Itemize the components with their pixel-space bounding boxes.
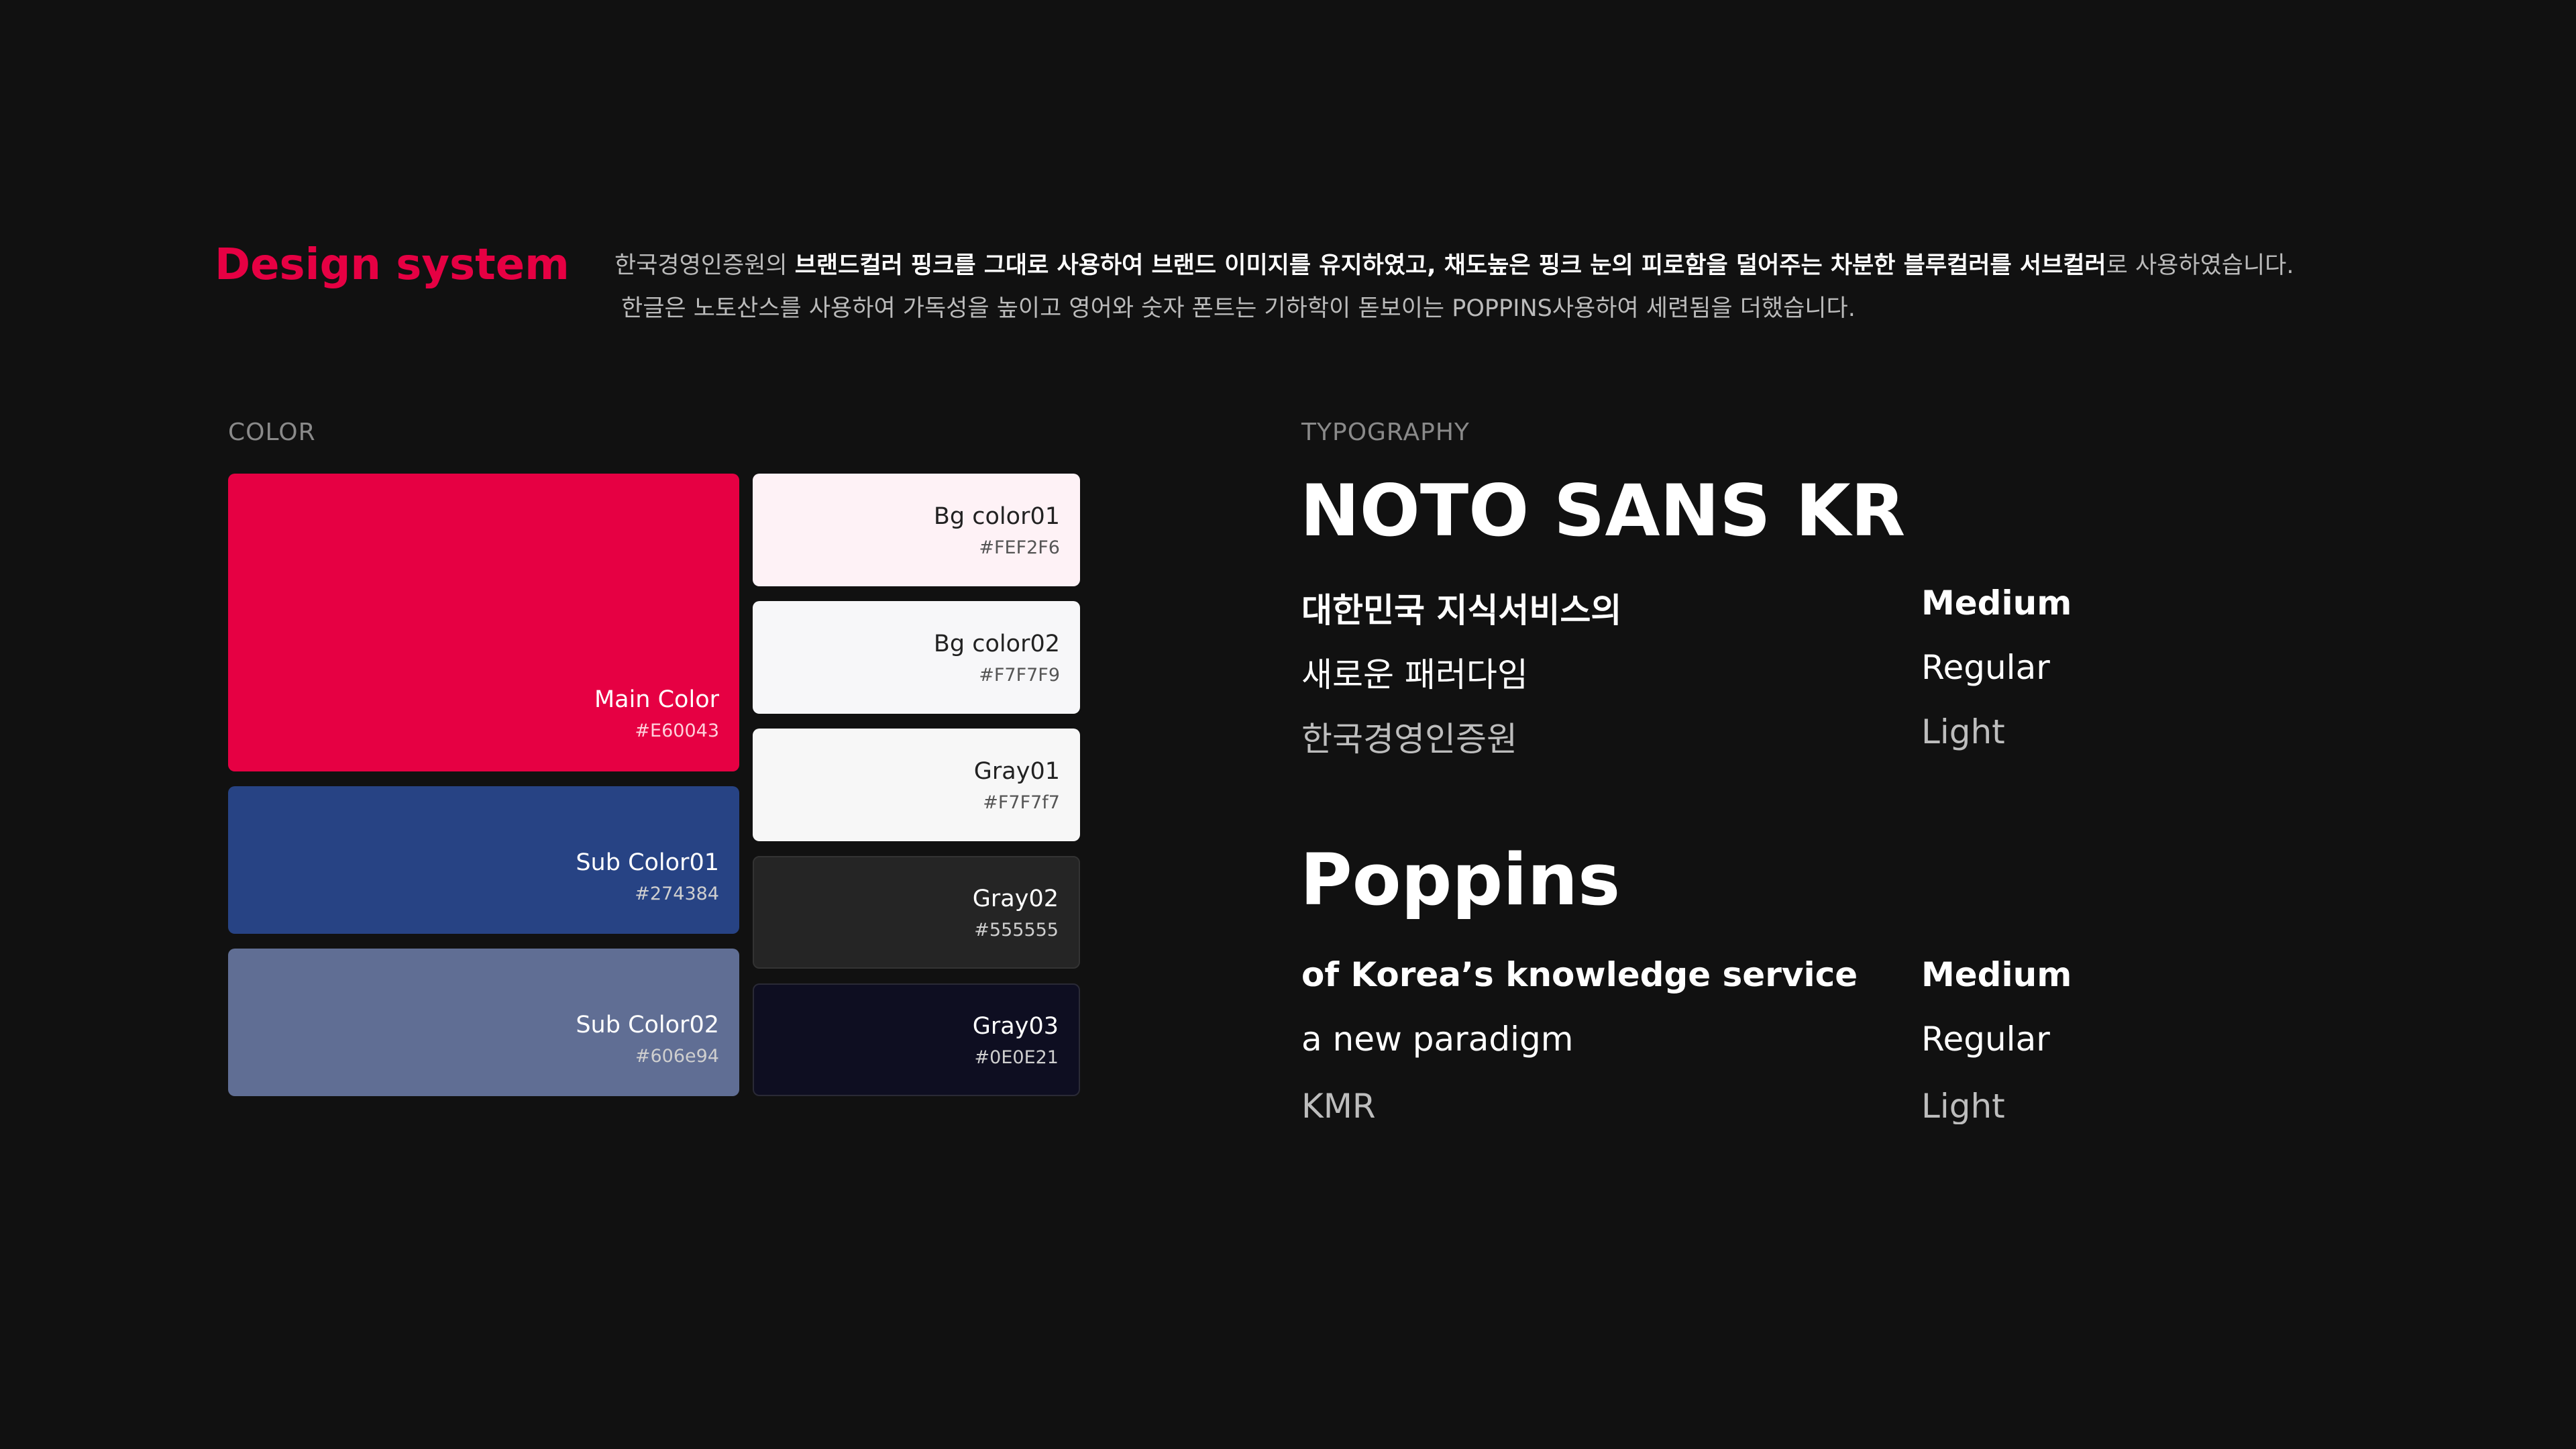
swatch-gray-03: Gray03 #0E0E21 [753, 983, 1080, 1096]
swatch-bg-color-02: Bg color02 #F7F7F9 [753, 601, 1080, 714]
swatch-name: Bg color02 [933, 631, 1060, 657]
intro-line-2: 한글은 노토산스를 사용하여 가독성을 높이고 영어와 숫자 폰트는 기하학이 … [621, 295, 1856, 322]
poppins-weight-regular: Regular [1921, 1020, 2050, 1059]
noto-weight-light: Light [1921, 712, 2005, 751]
swatch-sub-color-01: Sub Color01 #274384 [228, 786, 739, 934]
color-section-label: COLOR [228, 419, 316, 446]
swatch-hex: #E60043 [635, 720, 719, 741]
font-name-poppins: Poppins [1300, 839, 1621, 921]
poppins-sample-medium: of Korea’s knowledge service [1301, 955, 1858, 994]
swatch-name: Gray01 [973, 758, 1060, 785]
poppins-sample-regular: a new paradigm [1301, 1020, 1574, 1059]
swatch-name: Gray03 [972, 1013, 1059, 1040]
swatch-hex: #274384 [635, 883, 719, 904]
font-name-noto-sans-kr: NOTO SANS KR [1300, 470, 1906, 552]
noto-sample-regular: 새로운 패러다임 [1301, 655, 1528, 694]
noto-sample-light: 한국경영인증원 [1301, 720, 1517, 759]
intro-line-1-suffix: 로 사용하였습니다. [2106, 252, 2294, 279]
noto-weight-medium: Medium [1921, 584, 2072, 623]
swatch-gray-02: Gray02 #555555 [753, 856, 1080, 969]
page-title: Design system [215, 240, 570, 290]
swatch-name: Gray02 [972, 885, 1059, 912]
swatch-bg-color-01: Bg color01 #FEF2F6 [753, 474, 1080, 586]
swatch-hex: #F7F7f7 [983, 792, 1060, 813]
poppins-sample-light: KMR [1301, 1087, 1376, 1124]
swatch-name: Sub Color02 [576, 1012, 719, 1038]
swatch-name: Sub Color01 [576, 849, 719, 876]
swatch-gray-01: Gray01 #F7F7f7 [753, 729, 1080, 841]
swatch-main-color: Main Color #E60043 [228, 474, 739, 771]
swatch-hex: #606e94 [635, 1046, 719, 1067]
poppins-light-row-clip: KMR Light [1295, 1080, 2167, 1124]
intro-line-1: 한국경영인증원의 브랜드컬러 핑크를 그대로 사용하여 브랜드 이미지를 유지하… [614, 244, 2294, 287]
swatch-name: Bg color01 [933, 503, 1060, 530]
intro-line-1-bold: 브랜드컬러 핑크를 그대로 사용하여 브랜드 이미지를 유지하였고, 채도높은 … [794, 252, 2106, 279]
swatch-sub-color-02: Sub Color02 #606e94 [228, 949, 739, 1096]
noto-weight-regular: Regular [1921, 648, 2050, 687]
swatch-hex: #555555 [974, 920, 1059, 941]
typography-section-label: TYPOGRAPHY [1301, 419, 1470, 446]
intro-line-1-prefix: 한국경영인증원의 [614, 252, 795, 279]
swatch-hex: #F7F7F9 [979, 665, 1060, 686]
intro-text: 한국경영인증원의 브랜드컬러 핑크를 그대로 사용하여 브랜드 이미지를 유지하… [614, 244, 2294, 330]
poppins-weight-medium: Medium [1921, 955, 2072, 994]
swatch-name: Main Color [594, 686, 719, 713]
swatch-hex: #FEF2F6 [979, 537, 1060, 558]
noto-sample-medium: 대한민국 지식서비스의 [1301, 591, 1622, 630]
poppins-weight-light: Light [1921, 1087, 2005, 1124]
swatch-hex: #0E0E21 [974, 1047, 1059, 1068]
